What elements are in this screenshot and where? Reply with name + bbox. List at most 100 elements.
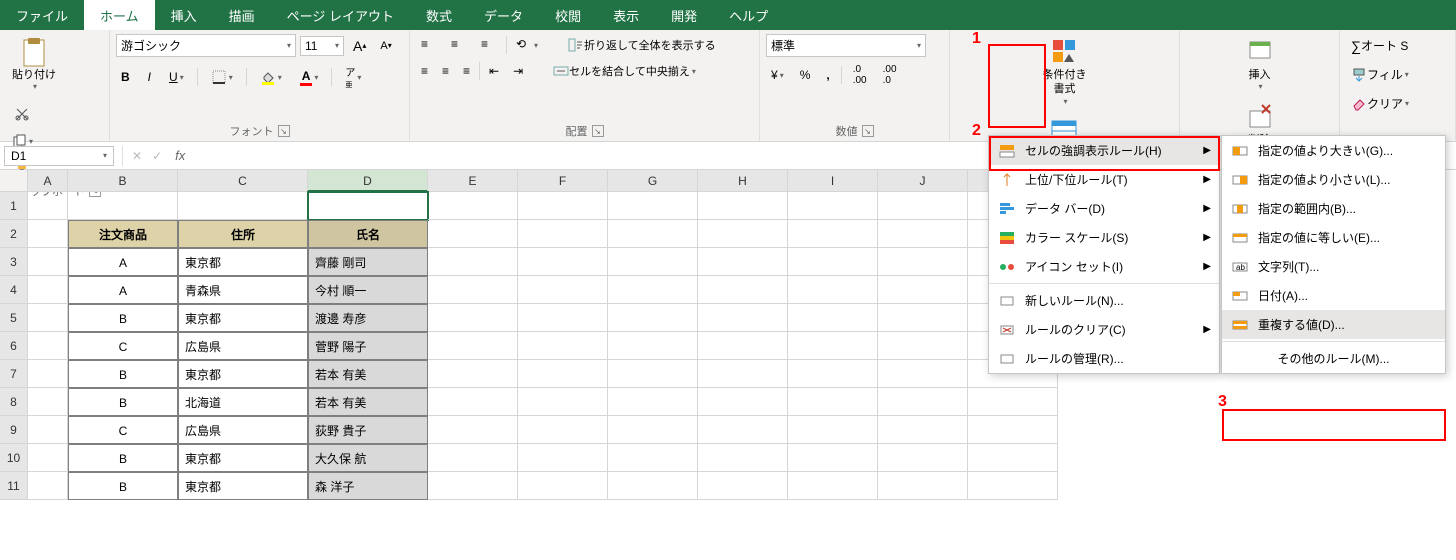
menu-text-contains[interactable]: ab文字列(T)...	[1222, 252, 1445, 281]
cell[interactable]: B	[68, 472, 178, 500]
cell[interactable]: 今村 順一	[308, 276, 428, 304]
cell[interactable]	[878, 192, 968, 220]
cell[interactable]	[788, 360, 878, 388]
cell[interactable]	[28, 220, 68, 248]
menu-icon-sets[interactable]: アイコン セット(I)▶	[989, 252, 1219, 281]
conditional-format-button[interactable]: 条件付き 書式▾	[1037, 34, 1093, 109]
cell[interactable]	[878, 248, 968, 276]
percent-button[interactable]: %	[795, 65, 816, 85]
cell[interactable]	[698, 360, 788, 388]
cell[interactable]: 若本 有美	[308, 388, 428, 416]
comma-button[interactable]: ,	[821, 65, 834, 85]
col-header-E[interactable]: E	[428, 170, 518, 192]
cell[interactable]	[428, 332, 518, 360]
cell[interactable]	[608, 472, 698, 500]
cell[interactable]: 住所	[178, 220, 308, 248]
row-header[interactable]: 11	[0, 472, 28, 500]
cell[interactable]: 広島県	[178, 332, 308, 360]
col-header-F[interactable]: F	[518, 170, 608, 192]
align-center-button[interactable]: ≡	[437, 61, 454, 81]
menu-new-rule[interactable]: 新しいルール(N)...	[989, 286, 1219, 315]
cell[interactable]: 北海道	[178, 388, 308, 416]
cell[interactable]	[428, 192, 518, 220]
cell[interactable]	[518, 472, 608, 500]
cell[interactable]	[518, 360, 608, 388]
cell-active[interactable]	[308, 192, 428, 220]
cell[interactable]	[878, 276, 968, 304]
cell[interactable]	[608, 276, 698, 304]
cell[interactable]	[28, 332, 68, 360]
cell[interactable]	[608, 388, 698, 416]
cell[interactable]	[698, 220, 788, 248]
cell[interactable]	[28, 192, 68, 220]
row-header[interactable]: 6	[0, 332, 28, 360]
tab-file[interactable]: ファイル	[0, 0, 84, 30]
cell[interactable]: 荻野 貴子	[308, 416, 428, 444]
row-header[interactable]: 9	[0, 416, 28, 444]
insert-cells-button[interactable]: 挿入▾	[1238, 34, 1282, 95]
cell[interactable]	[788, 332, 878, 360]
cell[interactable]: 氏名	[308, 220, 428, 248]
menu-color-scales[interactable]: カラー スケール(S)▶	[989, 223, 1219, 252]
cell[interactable]	[428, 360, 518, 388]
cell[interactable]: 渡邊 寿彦	[308, 304, 428, 332]
col-header-G[interactable]: G	[608, 170, 698, 192]
cell[interactable]: 東京都	[178, 472, 308, 500]
cell[interactable]	[518, 444, 608, 472]
cell[interactable]	[698, 248, 788, 276]
cell[interactable]	[518, 304, 608, 332]
align-bottom-button[interactable]: ≡	[476, 34, 502, 56]
col-header-B[interactable]: B	[68, 170, 178, 192]
align-right-button[interactable]: ≡	[458, 61, 475, 81]
cell[interactable]	[428, 276, 518, 304]
row-header[interactable]: 4	[0, 276, 28, 304]
row-header[interactable]: 3	[0, 248, 28, 276]
cell[interactable]	[968, 388, 1058, 416]
number-format-combo[interactable]: 標準▾	[766, 34, 926, 57]
phonetic-button[interactable]: ア亜▾	[340, 61, 366, 93]
cell[interactable]	[878, 388, 968, 416]
paste-button[interactable]: 貼り付け ▾	[6, 34, 62, 95]
row-header[interactable]: 10	[0, 444, 28, 472]
name-box[interactable]: D1▾	[4, 146, 114, 166]
cell[interactable]	[698, 192, 788, 220]
confirm-formula-button[interactable]: ✓	[147, 146, 167, 166]
cell[interactable]	[28, 444, 68, 472]
decrease-indent-button[interactable]: ⇤	[484, 61, 504, 81]
tab-insert[interactable]: 挿入	[155, 0, 213, 30]
cell[interactable]: A	[68, 276, 178, 304]
menu-between[interactable]: 指定の範囲内(B)...	[1222, 194, 1445, 223]
cell[interactable]	[608, 444, 698, 472]
align-left-button[interactable]: ≡	[416, 61, 433, 81]
cell[interactable]: 森 洋子	[308, 472, 428, 500]
tab-draw[interactable]: 描画	[213, 0, 271, 30]
cell[interactable]	[878, 472, 968, 500]
cell[interactable]	[518, 192, 608, 220]
cell[interactable]	[428, 304, 518, 332]
cell[interactable]: 東京都	[178, 248, 308, 276]
font-dialog-launcher[interactable]: ↘	[278, 125, 290, 137]
menu-more-rules[interactable]: その他のルール(M)...	[1222, 344, 1445, 373]
fill-button[interactable]: フィル▾	[1346, 63, 1414, 86]
font-family-combo[interactable]: 游ゴシック▾	[116, 34, 296, 57]
cell[interactable]	[788, 192, 878, 220]
col-header-I[interactable]: I	[788, 170, 878, 192]
cell[interactable]	[518, 388, 608, 416]
cell[interactable]	[698, 276, 788, 304]
decrease-font-button[interactable]: A▾	[375, 37, 396, 55]
menu-equal-to[interactable]: 指定の値に等しい(E)...	[1222, 223, 1445, 252]
tab-formulas[interactable]: 数式	[410, 0, 468, 30]
border-button[interactable]: ▾	[206, 66, 238, 88]
cell[interactable]	[68, 192, 178, 220]
font-color-button[interactable]: A▾	[295, 66, 324, 89]
menu-manage-rules[interactable]: ルールの管理(R)...	[989, 344, 1219, 373]
cell[interactable]: 東京都	[178, 304, 308, 332]
menu-top-bottom-rules[interactable]: 上位/下位ルール(T)▶	[989, 165, 1219, 194]
cell[interactable]	[968, 472, 1058, 500]
cell[interactable]	[518, 416, 608, 444]
cell[interactable]	[608, 416, 698, 444]
cell[interactable]	[428, 444, 518, 472]
cell[interactable]	[698, 332, 788, 360]
cell[interactable]	[428, 248, 518, 276]
cell[interactable]	[878, 416, 968, 444]
